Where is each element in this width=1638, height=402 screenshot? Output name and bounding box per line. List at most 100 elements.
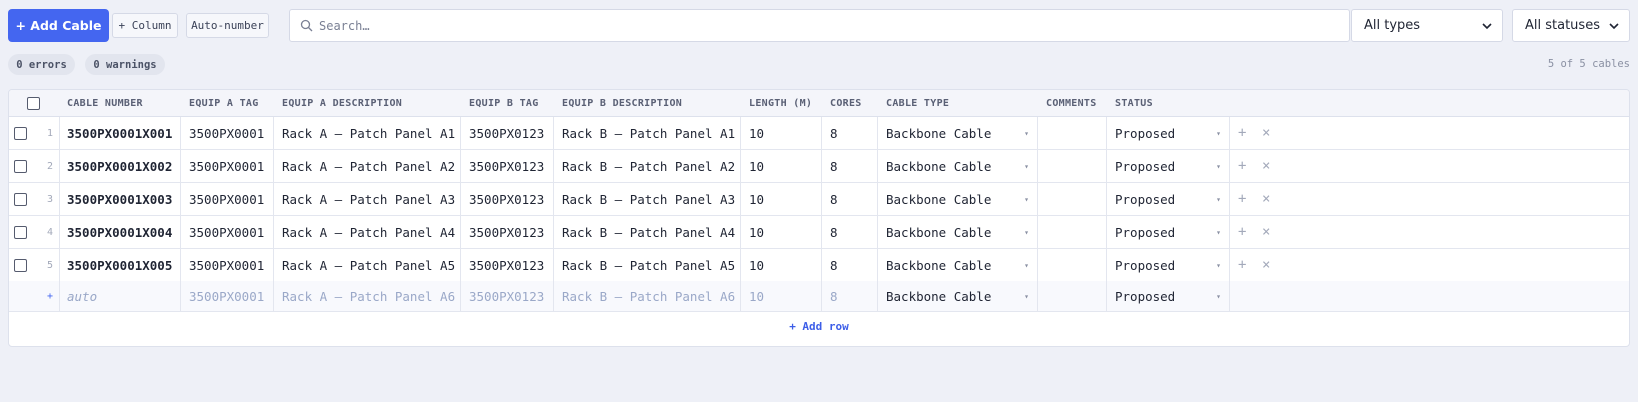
search-box[interactable]	[289, 9, 1350, 42]
col-header-length[interactable]: LENGTH (M)	[749, 90, 812, 116]
close-icon[interactable]: ×	[1262, 150, 1270, 182]
equip-a-desc-cell[interactable]: Rack A – Patch Panel A2	[282, 150, 455, 182]
cable-number-cell[interactable]: 3500PX0001X004	[67, 216, 172, 248]
plus-icon[interactable]: +	[1238, 150, 1246, 182]
row-number: 4	[46, 226, 53, 238]
equip-b-desc-cell[interactable]: Rack B – Patch Panel A4	[562, 216, 735, 248]
length-cell[interactable]: 10	[749, 249, 764, 281]
cores-cell[interactable]: 8	[830, 216, 838, 248]
equip-b-tag-cell[interactable]: 3500PX0123	[469, 150, 544, 182]
status-select[interactable]: Proposed ▾	[1115, 216, 1229, 248]
cable-type-select[interactable]: Backbone Cable ▾	[886, 249, 1037, 281]
row-checkbox[interactable]	[14, 192, 27, 206]
col-header-equip-a-desc[interactable]: EQUIP A DESCRIPTION	[282, 90, 402, 116]
new-row-length[interactable]: 10	[749, 281, 764, 311]
equip-b-desc-cell[interactable]: Rack B – Patch Panel A3	[562, 183, 735, 215]
cores-cell[interactable]: 8	[830, 249, 838, 281]
equip-a-desc-cell[interactable]: Rack A – Patch Panel A4	[282, 216, 455, 248]
table-row: 5 3500PX0001X005 3500PX0001 Rack A – Patch …	[9, 249, 1629, 282]
new-row-equip-a-tag[interactable]: 3500PX0001	[189, 281, 264, 311]
close-icon[interactable]: ×	[1262, 117, 1270, 149]
equip-b-tag-cell[interactable]: 3500PX0123	[469, 117, 544, 149]
length-cell[interactable]: 10	[749, 150, 764, 182]
equip-b-desc-cell[interactable]: Rack B – Patch Panel A5	[562, 249, 735, 281]
cable-number-cell[interactable]: 3500PX0001X002	[67, 150, 172, 182]
cable-number-cell[interactable]: 3500PX0001X005	[67, 249, 172, 281]
cable-number-cell[interactable]: 3500PX0001X003	[67, 183, 172, 215]
equip-a-desc-cell[interactable]: Rack A – Patch Panel A1	[282, 117, 455, 149]
length-cell[interactable]: 10	[749, 216, 764, 248]
equip-b-desc-cell[interactable]: Rack B – Patch Panel A2	[562, 150, 735, 182]
status-value: Proposed	[1115, 125, 1176, 141]
equip-a-tag-cell[interactable]: 3500PX0001	[189, 216, 264, 248]
warnings-badge[interactable]: 0 warnings	[85, 54, 165, 75]
add-cable-button[interactable]: + Add Cable	[8, 9, 109, 42]
col-header-cable-number[interactable]: CABLE NUMBER	[67, 90, 143, 116]
type-filter-select[interactable]: All types	[1351, 9, 1503, 42]
equip-b-tag-cell[interactable]: 3500PX0123	[469, 249, 544, 281]
col-header-comments[interactable]: COMMENTS	[1046, 90, 1097, 116]
length-cell[interactable]: 10	[749, 183, 764, 215]
equip-a-desc-cell[interactable]: Rack A – Patch Panel A5	[282, 249, 455, 281]
close-icon[interactable]: ×	[1262, 216, 1270, 248]
equip-b-desc-cell[interactable]: Rack B – Patch Panel A1	[562, 117, 735, 149]
new-row-equip-b-desc[interactable]: Rack B – Patch Panel A6	[562, 281, 735, 311]
new-row-equip-b-tag[interactable]: 3500PX0123	[469, 281, 544, 311]
status-filter-select[interactable]: All statuses	[1512, 9, 1630, 42]
search-input[interactable]	[319, 18, 1219, 33]
close-icon[interactable]: ×	[1262, 183, 1270, 215]
cable-type-select[interactable]: Backbone Cable ▾	[886, 117, 1037, 149]
type-filter-value: All types	[1364, 18, 1421, 33]
length-cell[interactable]: 10	[749, 117, 764, 149]
cores-cell[interactable]: 8	[830, 117, 838, 149]
equip-a-tag-cell[interactable]: 3500PX0001	[189, 150, 264, 182]
row-checkbox[interactable]	[14, 258, 27, 272]
equip-b-tag-cell[interactable]: 3500PX0123	[469, 216, 544, 248]
add-column-button[interactable]: + Column	[112, 13, 178, 38]
equip-a-tag-cell[interactable]: 3500PX0001	[189, 183, 264, 215]
cable-type-select[interactable]: Backbone Cable ▾	[886, 216, 1037, 248]
row-checkbox[interactable]	[14, 225, 27, 239]
chevron-down-icon: ▾	[1216, 227, 1221, 237]
plus-icon[interactable]: +	[1238, 216, 1246, 248]
equip-b-tag-cell[interactable]: 3500PX0123	[469, 183, 544, 215]
col-header-cable-type[interactable]: CABLE TYPE	[886, 90, 949, 116]
status-select[interactable]: Proposed ▾	[1115, 249, 1229, 281]
new-row-plus: +	[46, 290, 53, 302]
new-row-cable-number[interactable]: auto	[67, 281, 97, 311]
add-row-button[interactable]: + Add row	[9, 311, 1629, 342]
plus-icon[interactable]: +	[1238, 117, 1246, 149]
errors-badge[interactable]: 0 errors	[8, 54, 75, 75]
cable-type-select[interactable]: Backbone Cable ▾	[886, 150, 1037, 182]
auto-number-button[interactable]: Auto-number	[186, 13, 269, 38]
cable-number-cell[interactable]: 3500PX0001X001	[67, 117, 172, 149]
select-all-checkbox[interactable]	[27, 96, 40, 110]
col-header-equip-a-tag[interactable]: EQUIP A TAG	[189, 90, 259, 116]
status-select[interactable]: Proposed ▾	[1115, 183, 1229, 215]
chevron-down-icon: ▾	[1024, 260, 1029, 270]
status-value: Proposed	[1115, 257, 1176, 273]
equip-a-tag-cell[interactable]: 3500PX0001	[189, 117, 264, 149]
cores-cell[interactable]: 8	[830, 183, 838, 215]
row-checkbox[interactable]	[14, 159, 27, 173]
col-header-equip-b-tag[interactable]: EQUIP B TAG	[469, 90, 539, 116]
new-row-cable-type-value: Backbone Cable	[886, 288, 992, 304]
status-select[interactable]: Proposed ▾	[1115, 150, 1229, 182]
cable-type-select[interactable]: Backbone Cable ▾	[886, 183, 1037, 215]
cores-cell[interactable]: 8	[830, 150, 838, 182]
new-row-cable-type-select[interactable]: Backbone Cable ▾	[886, 281, 1037, 311]
status-select[interactable]: Proposed ▾	[1115, 117, 1229, 149]
col-header-equip-b-desc[interactable]: EQUIP B DESCRIPTION	[562, 90, 682, 116]
equip-a-tag-cell[interactable]: 3500PX0001	[189, 249, 264, 281]
new-row-status-select[interactable]: Proposed ▾	[1115, 281, 1229, 311]
new-row-equip-a-desc[interactable]: Rack A – Patch Panel A6	[282, 281, 455, 311]
close-icon[interactable]: ×	[1262, 249, 1270, 281]
toolbar: + Add Cable + Column Auto-number All typ…	[8, 9, 1630, 42]
row-checkbox[interactable]	[14, 126, 27, 140]
equip-a-desc-cell[interactable]: Rack A – Patch Panel A3	[282, 183, 455, 215]
plus-icon[interactable]: +	[1238, 183, 1246, 215]
col-header-status[interactable]: STATUS	[1115, 90, 1153, 116]
new-row-cores[interactable]: 8	[830, 281, 838, 311]
plus-icon[interactable]: +	[1238, 249, 1246, 281]
col-header-cores[interactable]: CORES	[830, 90, 862, 116]
